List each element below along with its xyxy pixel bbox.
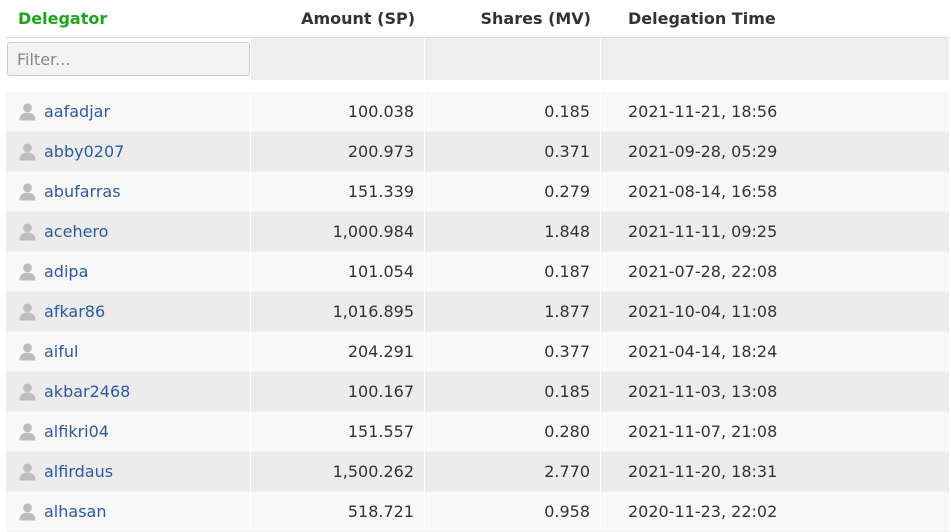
delegation-time-cell: 2021-11-07, 21:08 bbox=[601, 412, 950, 451]
user-icon bbox=[18, 142, 37, 161]
delegator-link[interactable]: abufarras bbox=[44, 182, 121, 201]
user-icon bbox=[18, 182, 37, 201]
amount-cell: 151.557 bbox=[251, 412, 425, 451]
table-row: alhasan 518.721 0.958 2020-11-23, 22:02 bbox=[6, 492, 950, 532]
delegator-cell: afkar86 bbox=[6, 292, 251, 331]
table-row: alfikri04 151.557 0.280 2021-11-07, 21:08 bbox=[6, 412, 950, 452]
delegator-link[interactable]: alhasan bbox=[44, 502, 106, 521]
table-row: afkar86 1,016.895 1.877 2021-10-04, 11:08 bbox=[6, 292, 950, 332]
user-icon bbox=[18, 262, 37, 281]
table-row: aiful 204.291 0.377 2021-04-14, 18:24 bbox=[6, 332, 950, 372]
table-row: aafadjar 100.038 0.185 2021-11-21, 18:56 bbox=[6, 92, 950, 132]
filter-cell-empty bbox=[601, 38, 950, 80]
delegator-link[interactable]: abby0207 bbox=[44, 142, 124, 161]
delegator-link[interactable]: afkar86 bbox=[44, 302, 105, 321]
user-icon bbox=[18, 222, 37, 241]
shares-cell: 2.770 bbox=[425, 452, 601, 491]
shares-cell: 1.848 bbox=[425, 212, 601, 251]
delegations-table: Delegator Amount (SP) Shares (MV) Delega… bbox=[6, 0, 950, 532]
header-delegator[interactable]: Delegator bbox=[6, 0, 251, 37]
delegation-time-cell: 2021-11-21, 18:56 bbox=[601, 92, 950, 131]
shares-cell: 0.185 bbox=[425, 92, 601, 131]
amount-cell: 200.973 bbox=[251, 132, 425, 171]
delegator-cell: aiful bbox=[6, 332, 251, 371]
delegation-time-cell: 2021-10-04, 11:08 bbox=[601, 292, 950, 331]
user-icon bbox=[18, 422, 37, 441]
table-row: acehero 1,000.984 1.848 2021-11-11, 09:25 bbox=[6, 212, 950, 252]
user-icon bbox=[18, 342, 37, 361]
delegation-time-cell: 2021-11-11, 09:25 bbox=[601, 212, 950, 251]
delegator-link[interactable]: aafadjar bbox=[44, 102, 110, 121]
header-shares[interactable]: Shares (MV) bbox=[425, 0, 601, 37]
shares-cell: 0.280 bbox=[425, 412, 601, 451]
delegator-cell: alfikri04 bbox=[6, 412, 251, 451]
amount-cell: 151.339 bbox=[251, 172, 425, 211]
shares-cell: 0.279 bbox=[425, 172, 601, 211]
user-icon bbox=[18, 502, 37, 521]
delegation-time-cell: 2021-09-28, 05:29 bbox=[601, 132, 950, 171]
delegator-cell: adipa bbox=[6, 252, 251, 291]
filter-cell-empty bbox=[425, 38, 601, 80]
delegator-cell: abby0207 bbox=[6, 132, 251, 171]
table-body: aafadjar 100.038 0.185 2021-11-21, 18:56 abb… bbox=[6, 92, 950, 532]
amount-cell: 1,000.984 bbox=[251, 212, 425, 251]
filter-input[interactable] bbox=[7, 42, 250, 76]
amount-cell: 1,500.262 bbox=[251, 452, 425, 491]
delegation-time-cell: 2021-04-14, 18:24 bbox=[601, 332, 950, 371]
shares-cell: 0.185 bbox=[425, 372, 601, 411]
delegator-cell: acehero bbox=[6, 212, 251, 251]
delegator-link[interactable]: acehero bbox=[44, 222, 108, 241]
delegation-time-cell: 2020-11-23, 22:02 bbox=[601, 492, 950, 531]
user-icon bbox=[18, 382, 37, 401]
table-header: Delegator Amount (SP) Shares (MV) Delega… bbox=[6, 0, 950, 38]
shares-cell: 1.877 bbox=[425, 292, 601, 331]
amount-cell: 518.721 bbox=[251, 492, 425, 531]
filter-row bbox=[6, 38, 950, 80]
delegator-cell: alhasan bbox=[6, 492, 251, 531]
delegator-link[interactable]: akbar2468 bbox=[44, 382, 130, 401]
delegator-cell: akbar2468 bbox=[6, 372, 251, 411]
delegator-cell: aafadjar bbox=[6, 92, 251, 131]
amount-cell: 204.291 bbox=[251, 332, 425, 371]
header-delegation-time[interactable]: Delegation Time bbox=[601, 0, 950, 37]
delegator-cell: abufarras bbox=[6, 172, 251, 211]
header-amount[interactable]: Amount (SP) bbox=[251, 0, 425, 37]
shares-cell: 0.377 bbox=[425, 332, 601, 371]
shares-cell: 0.371 bbox=[425, 132, 601, 171]
table-row: adipa 101.054 0.187 2021-07-28, 22:08 bbox=[6, 252, 950, 292]
user-icon bbox=[18, 462, 37, 481]
shares-cell: 0.187 bbox=[425, 252, 601, 291]
amount-cell: 101.054 bbox=[251, 252, 425, 291]
filter-cell bbox=[6, 38, 251, 80]
delegator-link[interactable]: alfirdaus bbox=[44, 462, 113, 481]
delegator-link[interactable]: aiful bbox=[44, 342, 78, 361]
table-row: alfirdaus 1,500.262 2.770 2021-11-20, 18:31 bbox=[6, 452, 950, 492]
delegation-time-cell: 2021-08-14, 16:58 bbox=[601, 172, 950, 211]
delegation-time-cell: 2021-11-20, 18:31 bbox=[601, 452, 950, 491]
user-icon bbox=[18, 302, 37, 321]
amount-cell: 100.038 bbox=[251, 92, 425, 131]
table-row: akbar2468 100.167 0.185 2021-11-03, 13:08 bbox=[6, 372, 950, 412]
delegation-time-cell: 2021-07-28, 22:08 bbox=[601, 252, 950, 291]
delegator-link[interactable]: alfikri04 bbox=[44, 422, 109, 441]
shares-cell: 0.958 bbox=[425, 492, 601, 531]
amount-cell: 100.167 bbox=[251, 372, 425, 411]
amount-cell: 1,016.895 bbox=[251, 292, 425, 331]
table-row: abufarras 151.339 0.279 2021-08-14, 16:58 bbox=[6, 172, 950, 212]
delegator-cell: alfirdaus bbox=[6, 452, 251, 491]
delegation-time-cell: 2021-11-03, 13:08 bbox=[601, 372, 950, 411]
user-icon bbox=[18, 102, 37, 121]
filter-cell-empty bbox=[251, 38, 425, 80]
delegator-link[interactable]: adipa bbox=[44, 262, 88, 281]
table-row: abby0207 200.973 0.371 2021-09-28, 05:29 bbox=[6, 132, 950, 172]
